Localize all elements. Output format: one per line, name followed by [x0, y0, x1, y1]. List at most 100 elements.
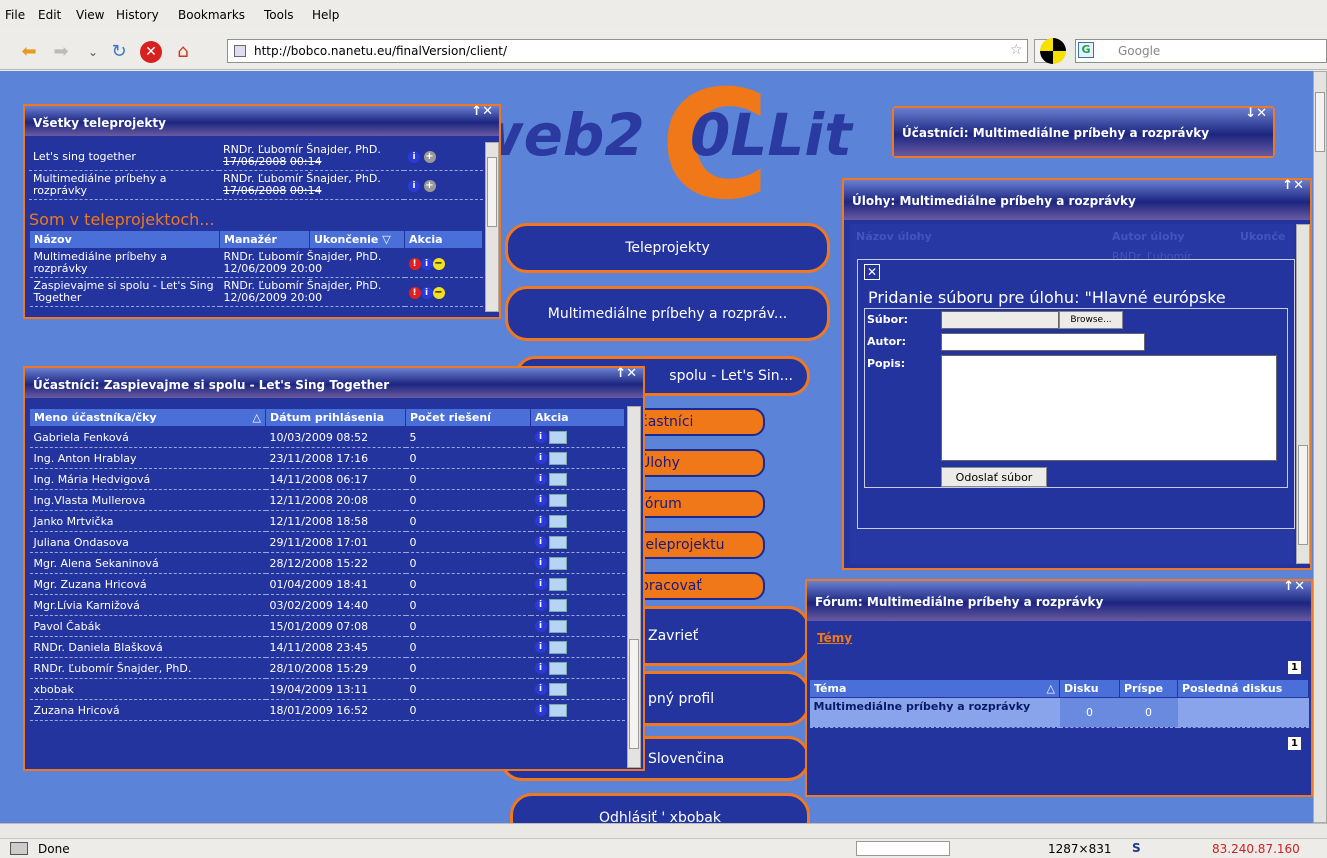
menu-help[interactable]: Help: [312, 8, 339, 22]
nav-pracovat-button[interactable]: pracovať: [630, 572, 765, 600]
mail-icon[interactable]: [548, 598, 567, 612]
remove-icon[interactable]: !: [408, 286, 421, 299]
forum-window-controls[interactable]: ↑✕: [1283, 579, 1305, 594]
table-row[interactable]: Mgr.Lívia Karnižová 03/02/2009 14:40 0 i: [29, 594, 625, 616]
mail-icon[interactable]: [548, 535, 567, 549]
mail-icon[interactable]: [548, 514, 567, 528]
table-row[interactable]: Ing.Vlasta Mullerova 12/11/2008 20:08 0 i: [29, 489, 625, 511]
menu-file[interactable]: File: [5, 8, 25, 22]
participants-window-controls[interactable]: ↑✕: [615, 366, 637, 381]
mail-icon[interactable]: [548, 577, 567, 591]
mail-icon[interactable]: [548, 493, 567, 507]
info-icon[interactable]: i: [534, 578, 547, 591]
mail-icon[interactable]: [548, 682, 567, 696]
mail-icon[interactable]: [548, 472, 567, 486]
table-row[interactable]: Pavol Čabák 15/01/2009 07:08 0 i: [29, 615, 625, 637]
table-row[interactable]: Ing. Anton Hrablay 23/11/2008 17:16 0 i: [29, 447, 625, 469]
mail-icon[interactable]: [548, 640, 567, 654]
info-icon[interactable]: i: [534, 704, 547, 717]
leave-icon[interactable]: −: [432, 286, 445, 299]
search-engine-icon[interactable]: G: [1078, 42, 1094, 58]
author-input[interactable]: [941, 333, 1145, 351]
table-row[interactable]: Mgr. Zuzana Hricová 01/04/2009 18:41 0 i: [29, 573, 625, 595]
file-input[interactable]: [941, 311, 1059, 329]
menu-bookmarks[interactable]: Bookmarks: [178, 8, 245, 22]
table-row[interactable]: Ing. Mária Hedvigová 14/11/2008 06:17 0 i: [29, 468, 625, 490]
col-disku[interactable]: Disku: [1059, 679, 1120, 698]
info-icon[interactable]: i: [534, 536, 547, 549]
info-icon[interactable]: i: [534, 620, 547, 633]
info-icon[interactable]: i: [534, 452, 547, 465]
reload-icon[interactable]: ↻: [108, 41, 130, 63]
table-row[interactable]: Janko Mrtvička 12/11/2008 18:58 0 i: [29, 510, 625, 532]
mail-icon[interactable]: [548, 430, 567, 444]
table-row[interactable]: Zaspievajme si spolu - Let's Sing Togeth…: [29, 277, 483, 307]
table-row[interactable]: RNDr. Daniela Blašková 14/11/2008 23:45 0 i: [29, 636, 625, 658]
mm-participants-window-controls[interactable]: ↓✕: [1245, 106, 1267, 121]
menu-tools[interactable]: Tools: [264, 8, 294, 22]
search-input[interactable]: Google: [1075, 39, 1327, 63]
col-pocet[interactable]: Počet riešení: [405, 408, 531, 427]
info-icon[interactable]: i: [534, 641, 547, 654]
forward-icon[interactable]: ➡: [50, 41, 72, 63]
home-icon[interactable]: ⌂: [172, 41, 194, 63]
table-row[interactable]: Let's sing together RNDr. Ľubomír Šnajde…: [29, 142, 483, 171]
info-icon[interactable]: i: [420, 257, 433, 270]
col-datum[interactable]: Dátum prihlásenia: [265, 408, 406, 427]
nav-teleprojektu-button[interactable]: teleprojektu: [630, 531, 765, 559]
nav-forum-button[interactable]: fórum: [630, 490, 765, 518]
col-manazer[interactable]: Manažér: [219, 230, 310, 249]
horizontal-scrollbar[interactable]: [0, 823, 1327, 838]
mail-icon[interactable]: [548, 451, 567, 465]
topics-link[interactable]: Témy: [817, 631, 852, 645]
page-number-bottom[interactable]: 1: [1288, 737, 1301, 750]
info-icon[interactable]: i: [534, 662, 547, 675]
nav-ucastnici-button[interactable]: častníci: [630, 408, 765, 436]
stop-icon[interactable]: ✕: [140, 41, 162, 63]
table-row[interactable]: RNDr. Ľubomír Šnajder, PhD. 28/10/2008 15…: [29, 657, 625, 679]
col-ukoncenie[interactable]: Ukončenie ▽: [309, 230, 405, 249]
tasks-window-controls[interactable]: ↑✕: [1282, 178, 1304, 193]
table-row[interactable]: Multimediálne príbehy a rozprávky RNDr. …: [29, 248, 483, 278]
tasks-scrollbar[interactable]: [1296, 224, 1310, 564]
col-meno[interactable]: Meno účastníka/čky △: [29, 408, 266, 427]
history-dropdown-icon[interactable]: ⌄: [82, 41, 104, 63]
col-nazov[interactable]: Názov: [29, 230, 220, 249]
info-icon[interactable]: i: [534, 683, 547, 696]
info-icon[interactable]: i: [534, 599, 547, 612]
submit-file-button[interactable]: Odoslať súbor: [941, 467, 1047, 487]
col-prispe[interactable]: Príspe: [1119, 679, 1178, 698]
table-row[interactable]: Zuzana Hricová 18/01/2009 16:52 0 i: [29, 699, 625, 721]
table-row[interactable]: xbobak 19/04/2009 13:11 0 i: [29, 678, 625, 700]
table-row[interactable]: Gabriela Fenková 10/03/2009 08:52 5 i: [29, 426, 625, 448]
table-row[interactable]: Juliana Ondasova 29/11/2008 17:01 0 i: [29, 531, 625, 553]
remove-icon[interactable]: !: [408, 257, 421, 270]
nav-ulohy-button[interactable]: Úlohy: [630, 449, 765, 477]
info-icon[interactable]: i: [408, 150, 420, 163]
back-icon[interactable]: ⬅: [18, 41, 40, 63]
page-number[interactable]: 1: [1288, 661, 1301, 674]
page-scrollbar[interactable]: [1313, 71, 1327, 823]
table-row[interactable]: Mgr. Alena Sekaninová 28/12/2008 15:22 0 i: [29, 552, 625, 574]
address-bar[interactable]: http://bobco.nanetu.eu/finalVersion/clie…: [227, 39, 1028, 63]
info-icon[interactable]: i: [534, 473, 547, 486]
all-projects-window-controls[interactable]: ↑✕: [471, 104, 493, 119]
close-icon[interactable]: ✕: [864, 264, 880, 280]
menu-history[interactable]: History: [116, 8, 159, 22]
leave-icon[interactable]: −: [432, 257, 445, 270]
bookmark-star-icon[interactable]: ☆: [1010, 42, 1023, 58]
topic-name[interactable]: Multimediálne príbehy a rozprávky: [809, 697, 1060, 728]
mail-icon[interactable]: [548, 556, 567, 570]
info-icon[interactable]: i: [534, 515, 547, 528]
table-row[interactable]: Multimediálne príbehy a rozprávky 0 0: [809, 697, 1309, 728]
browse-button[interactable]: Browse...: [1059, 311, 1123, 329]
menu-view[interactable]: View: [76, 8, 104, 22]
s-icon[interactable]: S: [1132, 841, 1141, 855]
col-tema[interactable]: Téma △: [809, 679, 1060, 698]
info-icon[interactable]: i: [534, 557, 547, 570]
info-icon[interactable]: i: [408, 179, 420, 192]
info-icon[interactable]: i: [534, 494, 547, 507]
add-icon[interactable]: +: [423, 179, 436, 192]
addon-icon[interactable]: [1040, 38, 1066, 64]
description-textarea[interactable]: [941, 355, 1277, 461]
